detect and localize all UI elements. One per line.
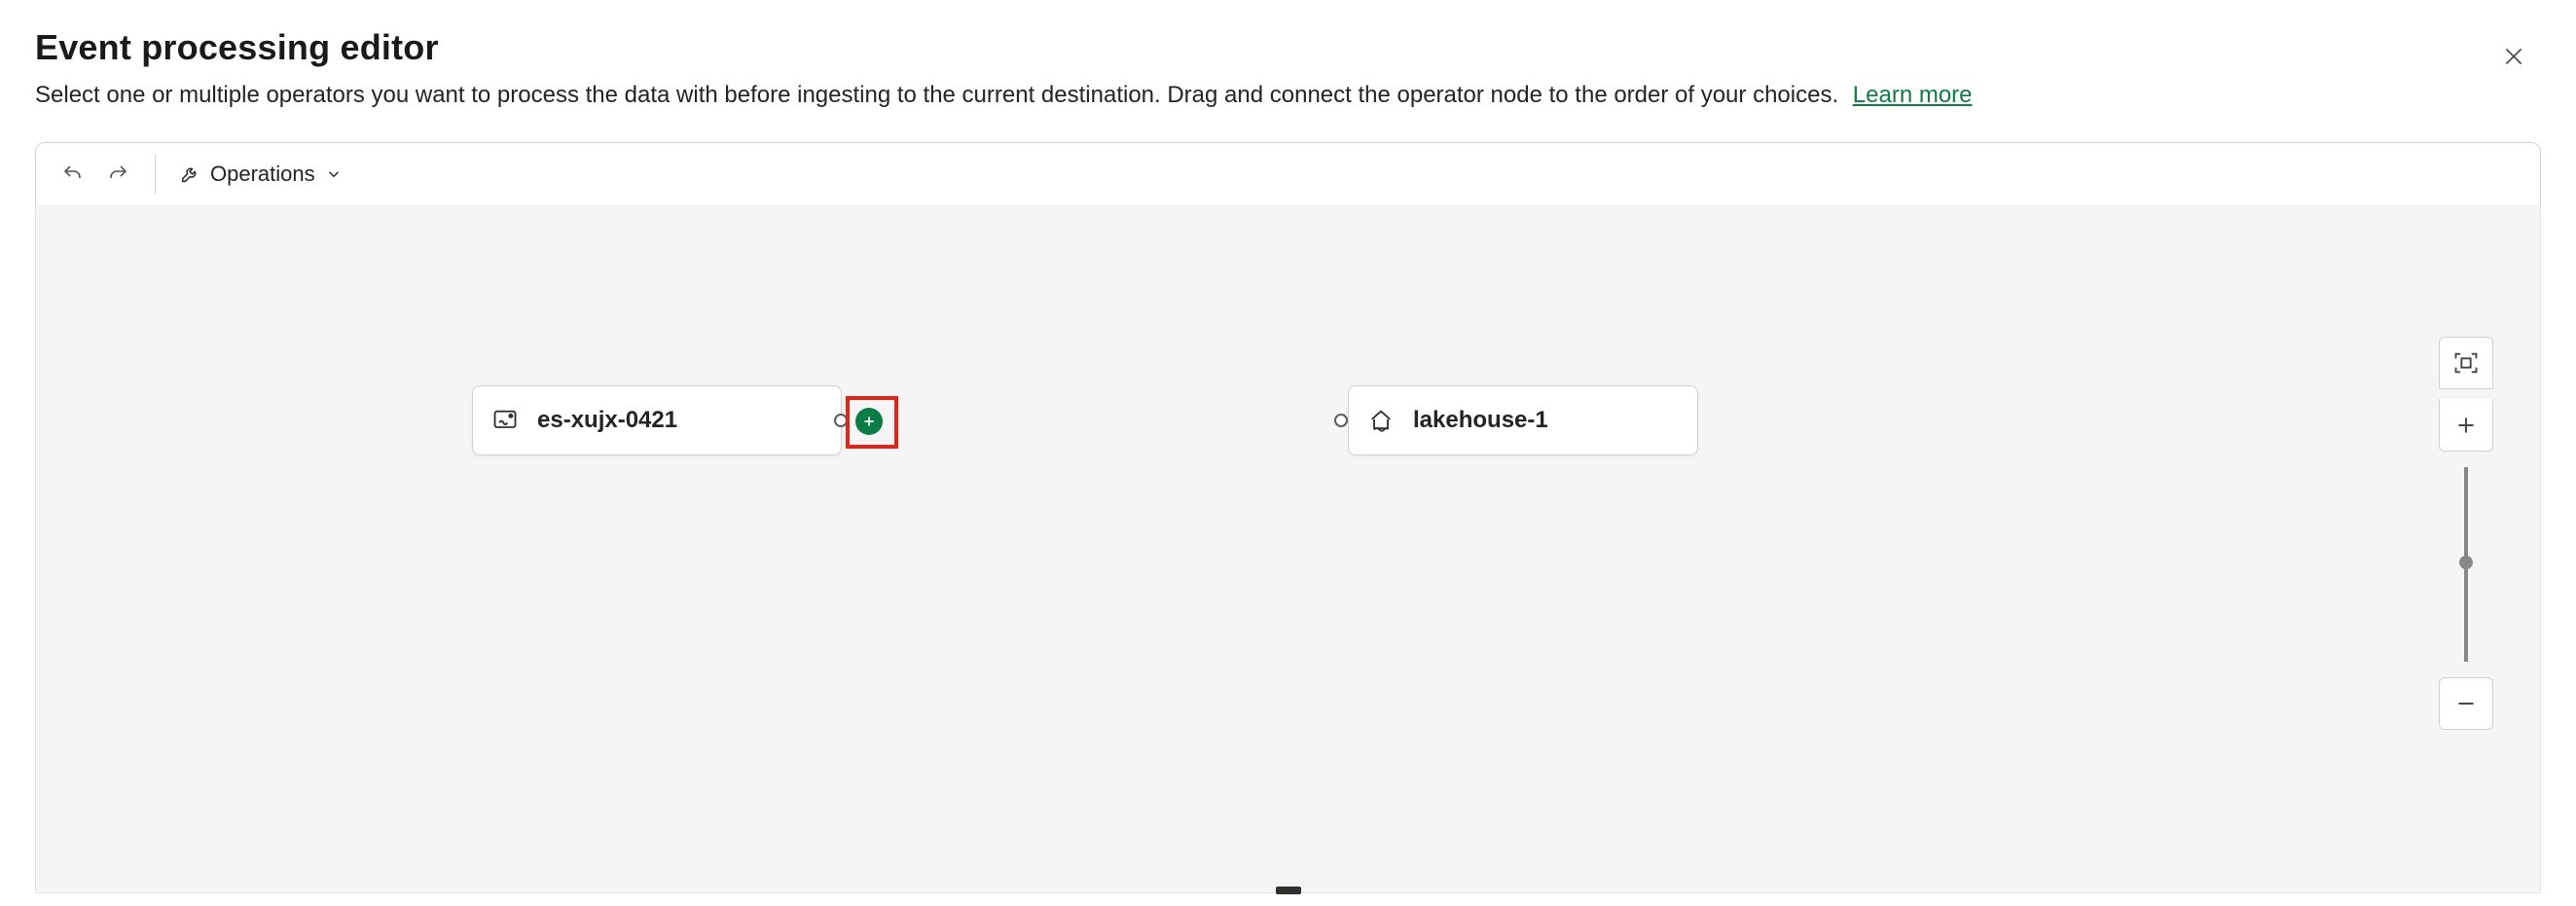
destination-input-port[interactable] [1334, 414, 1348, 427]
zoom-in-button[interactable] [2439, 399, 2493, 452]
plus-icon [861, 414, 877, 429]
zoom-fit-button[interactable] [2439, 337, 2493, 389]
undo-button[interactable] [54, 155, 92, 194]
lakehouse-icon [1366, 406, 1396, 435]
undo-icon [61, 163, 85, 186]
node-source-label: es-xujx-0421 [537, 407, 677, 434]
node-destination-label: lakehouse-1 [1413, 407, 1548, 434]
flow-canvas[interactable]: es-xujx-0421 lakehouse-1 [35, 206, 2541, 893]
page-subtitle: Select one or multiple operators you wan… [35, 82, 2541, 109]
add-operator-button[interactable] [855, 408, 883, 435]
subtitle-text: Select one or multiple operators you wan… [35, 82, 1838, 108]
plus-icon [2453, 413, 2479, 438]
header: Event processing editor Select one or mu… [35, 27, 2541, 109]
zoom-out-button[interactable] [2439, 677, 2493, 730]
eventstream-icon [490, 406, 520, 435]
redo-icon [106, 163, 129, 186]
minus-icon [2453, 691, 2479, 716]
fit-screen-icon [2452, 349, 2480, 377]
wrench-icon [179, 163, 200, 185]
toolbar: Operations [35, 142, 2541, 206]
zoom-slider-thumb[interactable] [2459, 556, 2473, 569]
operations-dropdown[interactable]: Operations [173, 158, 348, 191]
node-source[interactable]: es-xujx-0421 [472, 385, 842, 455]
panel-resize-handle[interactable] [1276, 887, 1301, 894]
page-title: Event processing editor [35, 27, 2541, 68]
chevron-down-icon [325, 165, 343, 183]
close-icon [2501, 44, 2526, 69]
zoom-controls [2439, 337, 2493, 730]
toolbar-divider [155, 155, 156, 194]
zoom-slider[interactable] [2464, 467, 2468, 662]
close-button[interactable] [2490, 33, 2537, 80]
node-destination[interactable]: lakehouse-1 [1348, 385, 1698, 455]
learn-more-link[interactable]: Learn more [1853, 82, 1973, 108]
operations-label: Operations [210, 162, 315, 187]
redo-button[interactable] [98, 155, 137, 194]
